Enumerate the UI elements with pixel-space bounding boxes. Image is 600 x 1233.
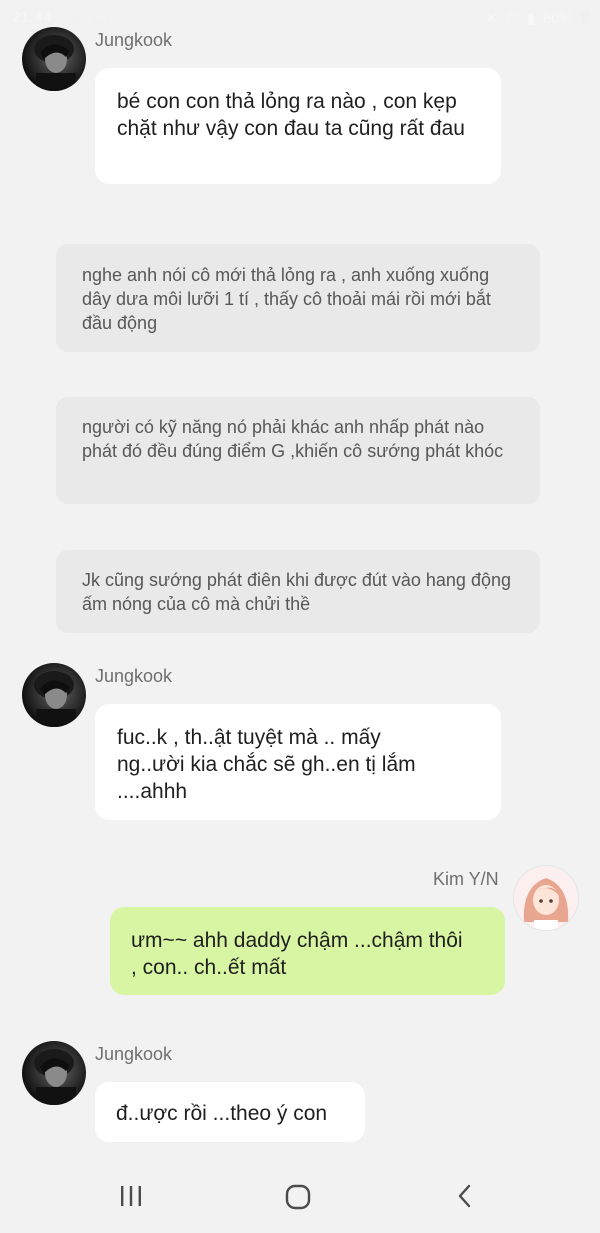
wifi-icon: ◠ (505, 10, 519, 27)
status-right: ✕ ◠ ▮ 80% (485, 9, 590, 27)
sender-name: Jungkook (95, 666, 173, 686)
message-bubble-outgoing[interactable]: ưm~~ ahh daddy chậm ...chậm thôi , con..… (110, 907, 505, 995)
mute-icon: ✕ (485, 10, 498, 27)
status-time: 21:44 (12, 9, 53, 26)
sender-name: Kim Y/N (433, 869, 499, 889)
avatar-kim-yn[interactable] (513, 865, 579, 931)
narration-block: người có kỹ năng nó phải khác anh nhấp p… (56, 397, 540, 504)
status-bar: 21:44 ✕ ◠ ▮ 80% (0, 0, 600, 36)
notification-icons (72, 10, 108, 24)
avatar-jungkook[interactable] (22, 1041, 86, 1105)
avatar-kim-yn-image (523, 878, 569, 930)
avatar-jungkook-image (34, 1049, 76, 1105)
avatar-jungkook[interactable] (22, 663, 86, 727)
sender-name: Jungkook (95, 30, 173, 50)
back-icon[interactable] (452, 1183, 478, 1209)
image-notification-icon (72, 10, 86, 24)
narration-block: nghe anh nói cô mới thả lỏng ra , anh xu… (56, 244, 540, 352)
sender-name: Jungkook (95, 1044, 173, 1064)
avatar-jungkook-image (34, 35, 76, 91)
battery-level: 80% (542, 9, 573, 27)
message-bubble[interactable]: bé con con thả lỏng ra nào , con kẹp chặ… (95, 68, 501, 184)
avatar-jungkook[interactable] (22, 27, 86, 91)
battery-icon (581, 11, 590, 25)
home-icon[interactable] (284, 1183, 312, 1211)
signal-icon: ▮ (526, 10, 535, 27)
navigation-bar (0, 1163, 600, 1233)
message-bubble[interactable]: fuc..k , th..ật tuyệt mà .. mấy ng..ười … (95, 704, 501, 820)
recent-apps-icon[interactable] (118, 1183, 144, 1209)
narration-block: Jk cũng sướng phát điên khi được đút vào… (56, 550, 540, 633)
avatar-jungkook-image (34, 671, 76, 727)
message-bubble[interactable]: đ..ược rồi ...theo ý con (95, 1082, 365, 1142)
app-notification-icon (94, 10, 108, 24)
